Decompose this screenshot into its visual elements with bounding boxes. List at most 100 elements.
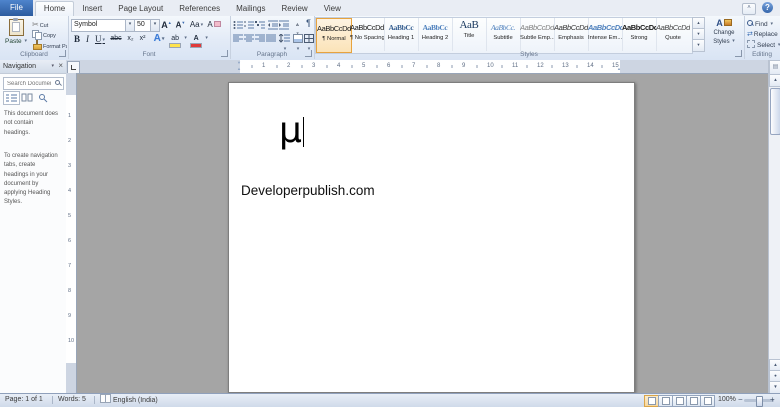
styles-gallery: AaBbCcDd ¶ Normal AaBbCcDd ¶ No Spacing … xyxy=(315,17,693,54)
font-family-value: Symbol xyxy=(74,21,98,28)
decrease-indent-button[interactable] xyxy=(268,19,279,30)
text-effects-button[interactable]: A xyxy=(152,33,166,44)
scrollbar-thumb[interactable] xyxy=(770,88,780,135)
next-page-icon[interactable]: ▼ xyxy=(769,381,780,393)
decrease-indent-icon xyxy=(268,20,278,30)
font-color-button[interactable]: A xyxy=(190,33,208,48)
style-emphasis[interactable]: AaBbCcDd Emphasis xyxy=(554,18,589,51)
show-hide-button[interactable]: ¶ xyxy=(303,18,314,29)
font-dialog-launcher-icon[interactable] xyxy=(221,50,228,57)
align-left-button[interactable] xyxy=(233,33,244,44)
navigation-options-icon[interactable]: ▾ xyxy=(51,60,54,73)
sort-button[interactable]: AZ xyxy=(292,19,303,36)
select-button[interactable]: Select xyxy=(747,40,780,50)
tab-file[interactable]: File xyxy=(0,0,33,16)
minimize-ribbon-icon[interactable]: ˄ xyxy=(742,3,756,15)
word-count[interactable]: Words: 5 xyxy=(58,394,86,406)
replace-button[interactable]: ⇄Replace xyxy=(747,30,778,39)
style-no-spacing[interactable]: AaBbCcDd ¶ No Spacing xyxy=(350,18,385,51)
document-text-line: Developerpublish.com xyxy=(241,183,375,198)
page-count[interactable]: Page: 1 of 1 xyxy=(5,394,43,406)
first-line-indent-marker[interactable]: ▼ xyxy=(237,61,241,65)
bullets-button[interactable] xyxy=(233,19,244,30)
tab-mailings[interactable]: Mailings xyxy=(228,1,273,16)
styles-dialog-launcher-icon[interactable] xyxy=(735,50,742,57)
style-quote[interactable]: AaBbCcDd Quote xyxy=(656,18,690,51)
tab-page-layout[interactable]: Page Layout xyxy=(110,1,171,16)
tab-home[interactable]: Home xyxy=(34,1,75,16)
nav-tab-pages[interactable] xyxy=(19,91,36,105)
full-screen-reading-view-button[interactable] xyxy=(658,395,673,407)
nav-tab-results[interactable] xyxy=(35,91,52,105)
increase-indent-icon xyxy=(279,20,289,30)
print-layout-view-button[interactable] xyxy=(644,395,659,407)
style-subtle-emphasis[interactable]: AaBbCcDd Subtle Emp... xyxy=(520,18,555,51)
bold-button[interactable]: B xyxy=(72,34,82,44)
tab-insert[interactable]: Insert xyxy=(74,1,110,16)
nav-tab-headings[interactable] xyxy=(3,91,20,105)
shading-button[interactable] xyxy=(292,33,303,44)
scroll-up-icon[interactable]: ▲ xyxy=(769,74,780,87)
style-title[interactable]: AaB Title xyxy=(452,18,487,51)
paragraph-dialog-launcher-icon[interactable] xyxy=(305,50,312,57)
search-icon[interactable] xyxy=(55,80,61,86)
navigation-search-input[interactable] xyxy=(5,78,53,89)
superscript-button[interactable]: x² xyxy=(137,35,148,42)
highlight-color-button[interactable]: ab xyxy=(169,33,187,48)
paste-button[interactable]: Paste xyxy=(2,18,30,54)
italic-button[interactable]: I xyxy=(83,34,92,44)
clipboard-dialog-launcher-icon[interactable] xyxy=(59,50,66,57)
font-family-dropdown-icon[interactable]: ▾ xyxy=(125,20,134,31)
copy-label: Copy xyxy=(43,33,56,39)
replace-label: Replace xyxy=(753,31,778,38)
justify-button[interactable] xyxy=(266,33,277,44)
style-intense-emphasis[interactable]: AaBbCcDd Intense Em... xyxy=(588,18,623,51)
numbering-button[interactable] xyxy=(244,19,255,30)
shrink-font-button[interactable]: A xyxy=(174,20,187,30)
style-subtitle[interactable]: AaBbCc. Subtitle xyxy=(486,18,521,51)
draft-view-button[interactable] xyxy=(700,395,715,407)
font-size-combo[interactable]: 50 ▾ xyxy=(134,19,160,32)
right-indent-marker[interactable]: ▲ xyxy=(617,67,621,71)
underline-button[interactable]: U xyxy=(93,34,107,44)
line-spacing-button[interactable] xyxy=(279,33,290,44)
style-heading-2[interactable]: AaBbCc Heading 2 xyxy=(418,18,453,51)
language-status[interactable]: English (India) xyxy=(100,394,158,407)
hanging-indent-marker[interactable]: ▲ xyxy=(237,67,241,71)
zoom-in-button[interactable]: + xyxy=(770,394,775,406)
subscript-button[interactable]: x₂ xyxy=(125,35,136,42)
numbering-icon xyxy=(244,21,254,29)
navigation-close-icon[interactable]: × xyxy=(58,60,63,72)
style-strong[interactable]: AaBbCcDc Strong xyxy=(622,18,657,51)
tab-references[interactable]: References xyxy=(171,1,228,16)
zoom-out-button[interactable]: − xyxy=(738,394,743,406)
document-page[interactable]: µ Developerpublish.com xyxy=(228,82,635,393)
web-layout-view-button[interactable] xyxy=(672,395,687,407)
multilevel-list-button[interactable] xyxy=(255,19,266,30)
help-icon[interactable]: ? xyxy=(762,2,773,13)
zoom-level[interactable]: 100% xyxy=(718,394,736,406)
zoom-slider-thumb[interactable] xyxy=(756,396,763,407)
ruler-number: 8 xyxy=(68,288,72,294)
outline-view-button[interactable] xyxy=(686,395,701,407)
align-center-button[interactable] xyxy=(244,33,255,44)
align-right-button[interactable] xyxy=(255,33,266,44)
style-name: Title xyxy=(463,33,475,39)
clear-formatting-button[interactable]: A xyxy=(207,20,221,29)
strikethrough-button[interactable]: abc xyxy=(109,35,123,42)
font-size-dropdown-icon[interactable]: ▾ xyxy=(150,20,159,31)
change-styles-button[interactable]: A Change Styles xyxy=(706,18,742,52)
style-normal[interactable]: AaBbCcDd ¶ Normal xyxy=(316,18,352,53)
view-ruler-toggle-icon[interactable]: ▤ xyxy=(769,60,780,75)
grow-font-button[interactable]: A xyxy=(160,20,173,30)
style-heading-1[interactable]: AaBbCc Heading 1 xyxy=(384,18,419,51)
subscript-glyph: x₂ xyxy=(127,35,134,42)
tab-view[interactable]: View xyxy=(316,1,349,16)
find-button[interactable]: Find xyxy=(747,20,773,29)
increase-indent-button[interactable] xyxy=(279,19,290,30)
change-styles-label-1: Change xyxy=(713,30,735,36)
change-case-button[interactable]: Aa xyxy=(189,20,204,29)
borders-button[interactable] xyxy=(303,33,314,44)
font-family-combo[interactable]: Symbol ▾ xyxy=(71,19,135,32)
tab-review[interactable]: Review xyxy=(273,1,315,16)
